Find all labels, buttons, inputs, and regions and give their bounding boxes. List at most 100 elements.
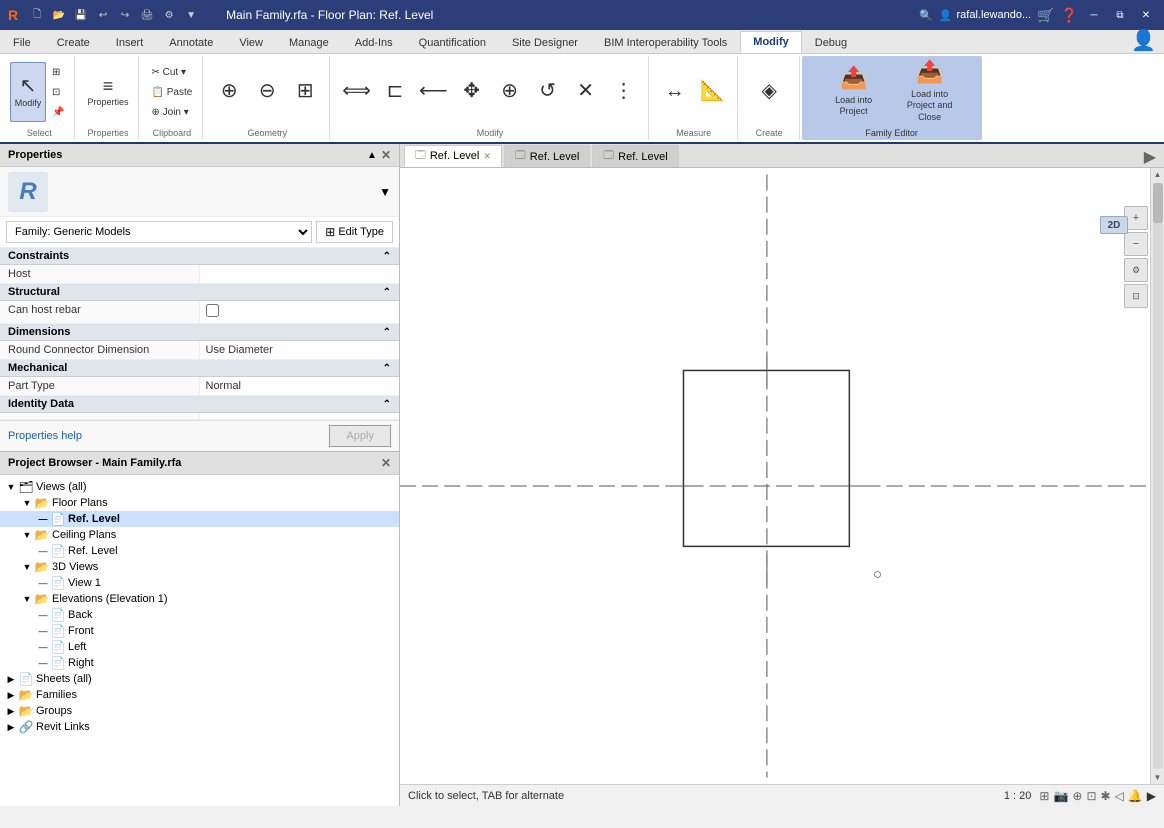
scroll-thumb-v[interactable] [1153,183,1163,223]
view-tab-3[interactable]: 🗔 Ref. Level [592,145,678,167]
tree-item-views_all[interactable]: ▼🗂Views (all) [0,479,399,495]
minimize-btn[interactable]: ─ [1084,5,1104,25]
section-identity-data[interactable]: Identity Data ⌃ [0,396,399,413]
drawing-canvas[interactable]: 2D + − ⚙ ⊡ ▲ ▼ [400,168,1164,784]
help-icon[interactable]: ❓ [1061,7,1078,24]
tree-item-ceiling_plans[interactable]: ▼📂Ceiling Plans [0,527,399,543]
load-into-project-btn[interactable]: 📤 Load intoProject [820,60,888,122]
qa-undo[interactable]: ↩ [94,6,112,24]
tree-item-sheets_all[interactable]: ▶📄Sheets (all) [0,671,399,687]
project-browser-close[interactable]: ✕ [381,456,391,470]
tree-item-ref_level[interactable]: —📄Ref. Level [0,511,399,527]
tab-addins[interactable]: Add-Ins [342,31,406,53]
status-icon-6[interactable]: ◁ [1115,789,1124,803]
select-pinned-btn[interactable]: 📌 [48,103,68,121]
qa-print[interactable]: 🖨 [138,6,156,24]
qa-redo[interactable]: ↪ [116,6,134,24]
tree-item-view1[interactable]: —📄View 1 [0,575,399,591]
tree-item-back[interactable]: —📄Back [0,607,399,623]
section-mechanical[interactable]: Mechanical ⌃ [0,360,399,377]
geometry-btn3[interactable]: ⊞ [287,62,323,122]
select-links-btn[interactable]: ⊞ [48,63,68,81]
fit-view-btn[interactable]: ⊡ [1124,284,1148,308]
join-btn[interactable]: ⊕ Join ▾ [147,103,192,121]
view-tab-1[interactable]: 🗔 Ref. Level ✕ [404,145,502,167]
tab-annotate[interactable]: Annotate [156,31,226,53]
properties-help-link[interactable]: Properties help [8,430,82,442]
view-tab-2[interactable]: 🗔 Ref. Level [504,145,590,167]
tab-quantification[interactable]: Quantification [406,31,499,53]
tab-1-close[interactable]: ✕ [483,151,491,162]
logo-scroll[interactable]: ▼ [379,185,391,199]
scale-display[interactable]: 1 : 20 [1000,790,1036,802]
measure-btn2[interactable]: 📐 [695,62,731,122]
tab-biminterop[interactable]: BIM Interoperability Tools [591,31,740,53]
tree-item-ceiling_ref_level[interactable]: —📄Ref. Level [0,543,399,559]
expander-views_all[interactable]: ▼ [4,480,18,494]
round-connector-value[interactable]: Use Diameter [200,341,400,359]
status-icon-2[interactable]: 📷 [1053,789,1068,803]
tree-item-right[interactable]: —📄Right [0,655,399,671]
qa-settings[interactable]: ⚙ [160,6,178,24]
family-dropdown[interactable]: Family: Generic Models [6,221,312,243]
copy-btn[interactable]: ⊕ [492,62,528,122]
tab-modify[interactable]: Modify [740,31,801,53]
expander-elevations[interactable]: ▼ [20,592,34,606]
properties-scroll-up[interactable]: ▲ [367,150,377,161]
modify-btn[interactable]: ↖ Modify [10,62,46,122]
scrollbar-vertical[interactable]: ▲ ▼ [1150,168,1164,784]
expander-families[interactable]: ▶ [4,688,18,702]
qa-open[interactable]: 📂 [50,6,68,24]
status-expand[interactable]: ▶ [1147,789,1156,803]
expander-sheets_all[interactable]: ▶ [4,672,18,686]
qa-new[interactable]: 🗋 [28,6,46,24]
status-icon-7[interactable]: 🔔 [1128,789,1143,803]
host-value[interactable] [200,265,400,283]
tab-manage[interactable]: Manage [276,31,342,53]
expander-ref_level[interactable]: — [36,512,50,526]
align-btn[interactable]: ⟺ [338,62,375,122]
zoom-out-btn[interactable]: − [1124,232,1148,256]
cart-icon[interactable]: 🛒 [1037,7,1054,24]
array-btn[interactable]: ⋮ [606,62,642,122]
can-host-rebar-value[interactable] [200,301,400,323]
tab-insert[interactable]: Insert [103,31,157,53]
properties-btn[interactable]: ≡ Properties [83,62,132,122]
scroll-track-v[interactable] [1153,183,1163,769]
tree-item-floor_plans[interactable]: ▼📂Floor Plans [0,495,399,511]
tab-view[interactable]: View [226,31,276,53]
status-icon-3[interactable]: ⊕ [1072,789,1082,803]
expander-view1[interactable]: — [36,576,50,590]
view-props-btn[interactable]: ⚙ [1124,258,1148,282]
tab-sitedesigner[interactable]: Site Designer [499,31,591,53]
measure-btn1[interactable]: ↔ [657,62,693,122]
tree-item-elevations[interactable]: ▼📂Elevations (Elevation 1) [0,591,399,607]
status-icon-1[interactable]: ⊞ [1039,789,1049,803]
tree-item-3d_views[interactable]: ▼📂3D Views [0,559,399,575]
tree-item-left[interactable]: —📄Left [0,639,399,655]
trim-btn[interactable]: ✕ [568,62,604,122]
tree-item-revit_links[interactable]: ▶🔗Revit Links [0,719,399,735]
expander-3d_views[interactable]: ▼ [20,560,34,574]
tree-item-families[interactable]: ▶📂Families [0,687,399,703]
search-btn[interactable]: 🔍 [919,9,933,22]
expander-back[interactable]: — [36,608,50,622]
tree-container[interactable]: ▼🗂Views (all)▼📂Floor Plans—📄Ref. Level▼📂… [0,475,399,806]
status-icon-5[interactable]: ✱ [1101,789,1111,803]
expander-floor_plans[interactable]: ▼ [20,496,34,510]
expander-groups[interactable]: ▶ [4,704,18,718]
can-host-rebar-checkbox[interactable] [206,304,219,317]
expander-left[interactable]: — [36,640,50,654]
tree-item-front[interactable]: —📄Front [0,623,399,639]
part-type-value[interactable]: Normal [200,377,400,395]
expander-front[interactable]: — [36,624,50,638]
tab-debug[interactable]: Debug [802,31,860,53]
close-btn[interactable]: ✕ [1136,5,1156,25]
mirror-btn[interactable]: ⟵ [415,62,452,122]
tab-file[interactable]: File [0,31,44,53]
edit-type-button[interactable]: ⊞ Edit Type [316,221,393,243]
restore-btn[interactable]: ⧉ [1110,5,1130,25]
expander-ceiling_ref_level[interactable]: — [36,544,50,558]
paste-btn[interactable]: 📋 Paste [147,83,196,101]
section-constraints[interactable]: Constraints ⌃ [0,248,399,265]
